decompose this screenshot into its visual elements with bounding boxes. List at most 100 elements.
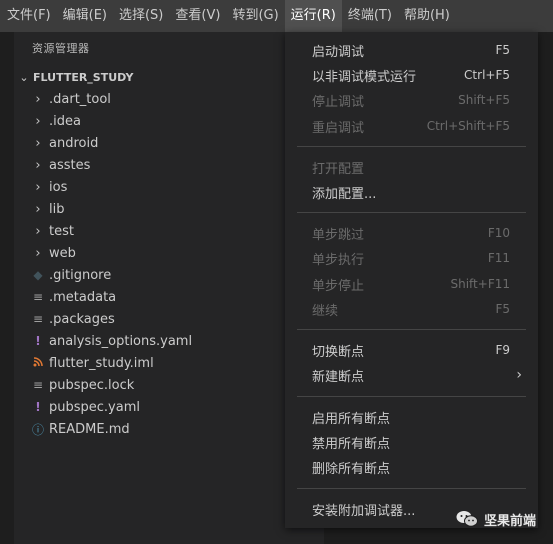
- chevron-right-icon: ›: [35, 201, 41, 217]
- menu-item-label: 单步执行: [312, 252, 365, 268]
- menu-item-step-out: 单步停止 Shift+F11: [285, 272, 538, 296]
- activity-edge: [0, 32, 14, 544]
- tree-item-label: test: [49, 223, 74, 239]
- menu-item-label: 添加配置...: [312, 186, 377, 202]
- rss-icon: [31, 356, 45, 370]
- menu-item-label: 启用所有断点: [312, 411, 391, 427]
- tree-item-dart-tool[interactable]: › .dart_tool: [14, 88, 324, 110]
- tree-item-label: README.md: [49, 421, 130, 437]
- tree-item-android[interactable]: › android: [14, 132, 324, 154]
- chevron-right-icon: ›: [35, 245, 41, 261]
- menu-terminal[interactable]: 终端(T): [342, 0, 398, 32]
- menu-item-shortcut: F10: [487, 226, 510, 240]
- menu-item-shortcut: Ctrl+F5: [464, 68, 510, 82]
- explorer-title: 资源管理器: [32, 42, 90, 55]
- menu-item-disable-all-breakpoints[interactable]: 禁用所有断点: [285, 430, 538, 454]
- tree-item-label: .metadata: [49, 289, 117, 305]
- tree-item-flutter-study-iml[interactable]: flutter_study.iml: [14, 352, 324, 374]
- watermark: 坚果前端: [456, 508, 536, 530]
- menu-item-label: 单步停止: [312, 278, 365, 294]
- file-tree: › .dart_tool › .idea › android › asstes › ios…: [14, 88, 324, 440]
- menu-edit[interactable]: 编辑(E): [57, 0, 113, 32]
- tree-item-label: .idea: [49, 113, 81, 129]
- menu-separator: [297, 212, 526, 213]
- menu-help[interactable]: 帮助(H): [398, 0, 456, 32]
- menu-item-label: 切换断点: [312, 344, 365, 360]
- explorer-panel: 资源管理器 ⌄ FLUTTER_STUDY › .dart_tool › .idea…: [14, 32, 324, 544]
- menu-item-start-debugging[interactable]: 启动调试 F5: [285, 38, 538, 62]
- section-name: FLUTTER_STUDY: [33, 70, 134, 84]
- chevron-right-icon: ›: [35, 113, 41, 129]
- menu-view[interactable]: 查看(V): [169, 0, 226, 32]
- menu-selection[interactable]: 选择(S): [113, 0, 169, 32]
- tree-item-metadata[interactable]: ≡ .metadata: [14, 286, 324, 308]
- menu-item-label: 删除所有断点: [312, 461, 391, 477]
- menu-item-new-breakpoint[interactable]: 新建断点 ›: [285, 363, 538, 387]
- menu-item-add-configuration[interactable]: 添加配置...: [285, 180, 538, 204]
- exclamation-icon: !: [35, 400, 41, 414]
- menu-item-continue: 继续 F5: [285, 297, 538, 321]
- tree-item-web[interactable]: › web: [14, 242, 324, 264]
- lines-icon: ≡: [32, 378, 44, 392]
- chevron-right-icon: ›: [35, 91, 41, 107]
- tree-item-label: .packages: [49, 311, 115, 327]
- menu-item-label: 启动调试: [312, 44, 365, 60]
- menu-item-label: 打开配置: [312, 161, 365, 177]
- tree-item-label: flutter_study.iml: [49, 355, 154, 371]
- tree-item-readme[interactable]: ⓘ README.md: [14, 418, 324, 440]
- chevron-right-icon: ›: [35, 135, 41, 151]
- chevron-right-icon: ›: [35, 157, 41, 173]
- tree-item-asstes[interactable]: › asstes: [14, 154, 324, 176]
- menu-run[interactable]: 运行(R): [284, 0, 342, 32]
- menu-item-label: 安装附加调试器...: [312, 503, 416, 519]
- tree-item-analysis-options[interactable]: ! analysis_options.yaml: [14, 330, 324, 352]
- menu-bar: 文件(F) 编辑(E) 选择(S) 查看(V) 转到(G) 运行(R) 终端(T…: [0, 0, 553, 32]
- menu-item-label: 新建断点: [312, 369, 365, 385]
- menu-item-shortcut: F11: [487, 251, 510, 265]
- tree-item-pubspec-yaml[interactable]: ! pubspec.yaml: [14, 396, 324, 418]
- menu-item-label: 重启调试: [312, 120, 365, 136]
- menu-item-shortcut: F9: [495, 343, 510, 357]
- menu-item-shortcut: Shift+F11: [450, 277, 510, 291]
- run-menu-dropdown: 启动调试 F5 以非调试模式运行 Ctrl+F5 停止调试 Shift+F5 重启调试…: [285, 32, 538, 528]
- menu-item-label: 停止调试: [312, 94, 365, 110]
- watermark-text: 坚果前端: [484, 513, 537, 529]
- menu-item-run-without-debugging[interactable]: 以非调试模式运行 Ctrl+F5: [285, 63, 538, 87]
- tree-item-label: asstes: [49, 157, 91, 173]
- menu-item-step-over: 单步跳过 F10: [285, 221, 538, 245]
- menu-file[interactable]: 文件(F): [1, 0, 57, 32]
- menu-go[interactable]: 转到(G): [226, 0, 284, 32]
- exclamation-icon: !: [35, 334, 41, 348]
- menu-item-label: 以非调试模式运行: [312, 69, 417, 85]
- tree-item-label: .gitignore: [49, 267, 112, 283]
- menu-item-label: 继续: [312, 303, 339, 319]
- tree-item-idea[interactable]: › .idea: [14, 110, 324, 132]
- tree-item-label: .dart_tool: [49, 91, 111, 107]
- menu-item-shortcut: Ctrl+Shift+F5: [426, 119, 510, 133]
- info-icon: ⓘ: [31, 422, 44, 437]
- tree-item-ios[interactable]: › ios: [14, 176, 324, 198]
- tree-item-pubspec-lock[interactable]: ≡ pubspec.lock: [14, 374, 324, 396]
- tree-item-label: pubspec.lock: [49, 377, 135, 393]
- tree-item-label: ios: [49, 179, 68, 195]
- tree-item-lib[interactable]: › lib: [14, 198, 324, 220]
- menu-item-toggle-breakpoint[interactable]: 切换断点 F9: [285, 338, 538, 362]
- menu-separator: [297, 396, 526, 397]
- tree-item-label: pubspec.yaml: [49, 399, 140, 415]
- lines-icon: ≡: [32, 312, 44, 326]
- tree-item-packages[interactable]: ≡ .packages: [14, 308, 324, 330]
- wechat-logo-icon: [456, 511, 478, 527]
- tree-item-test[interactable]: › test: [14, 220, 324, 242]
- menu-item-enable-all-breakpoints[interactable]: 启用所有断点: [285, 405, 538, 429]
- menu-item-remove-all-breakpoints[interactable]: 删除所有断点: [285, 455, 538, 479]
- chevron-down-icon: ⌄: [19, 70, 29, 84]
- menu-item-open-configurations: 打开配置: [285, 155, 538, 179]
- chevron-right-icon: ›: [35, 223, 41, 239]
- tree-item-gitignore[interactable]: ◆ .gitignore: [14, 264, 324, 286]
- chevron-right-icon: ›: [35, 179, 41, 195]
- menu-item-step-into: 单步执行 F11: [285, 246, 538, 270]
- menu-separator: [297, 329, 526, 330]
- menu-item-label: 单步跳过: [312, 227, 365, 243]
- menu-item-shortcut: Shift+F5: [458, 93, 510, 107]
- explorer-section-header[interactable]: ⌄ FLUTTER_STUDY: [14, 66, 324, 88]
